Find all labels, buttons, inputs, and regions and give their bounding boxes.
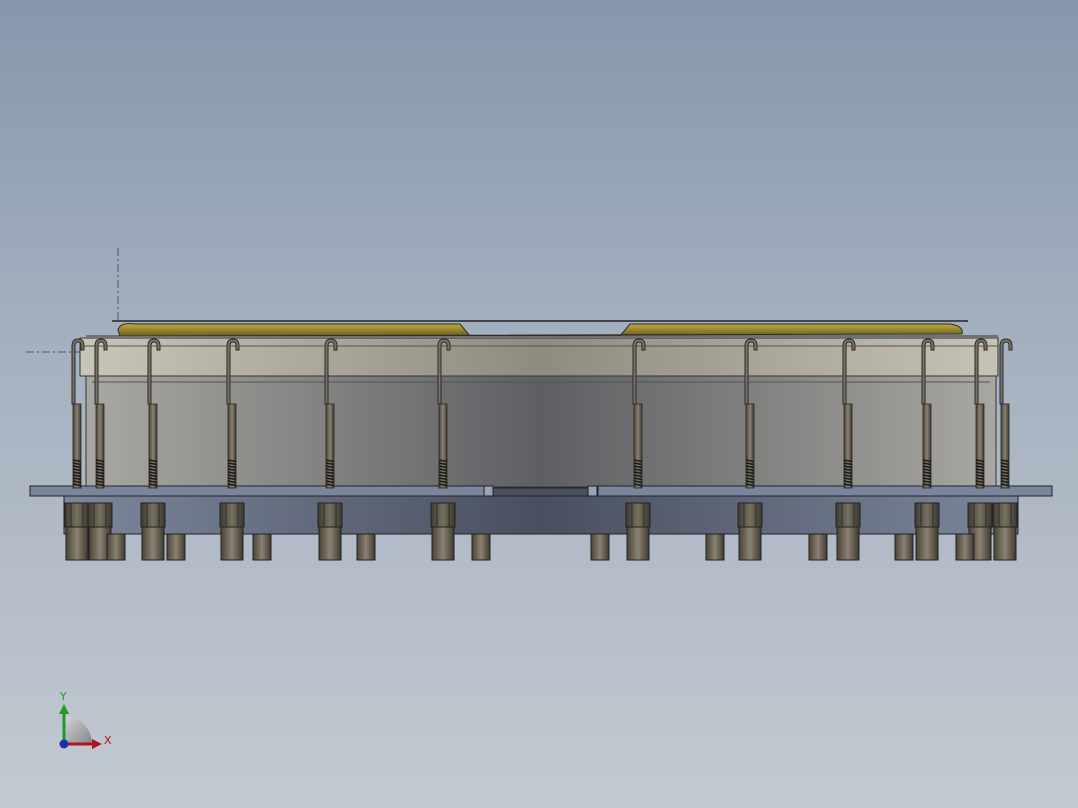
bolt-nut bbox=[992, 502, 1018, 528]
bolt-nut bbox=[967, 502, 993, 528]
support-foot bbox=[894, 533, 914, 561]
tank-wall bbox=[85, 374, 997, 488]
bolt-lower-stud bbox=[626, 526, 650, 561]
y-axis-head bbox=[59, 704, 69, 714]
bolt-nut bbox=[317, 502, 343, 528]
bolt-lower-stud bbox=[431, 526, 455, 561]
support-foot bbox=[471, 533, 491, 561]
bolt-nut bbox=[914, 502, 940, 528]
bolt-lower-stud bbox=[141, 526, 165, 561]
x-axis-head bbox=[92, 739, 102, 749]
support-foot bbox=[356, 533, 376, 561]
bolt-lower-stud bbox=[220, 526, 244, 561]
cover-plate bbox=[117, 323, 963, 337]
support-foot bbox=[808, 533, 828, 561]
support-foot bbox=[166, 533, 186, 561]
bolt-lower-stud bbox=[738, 526, 762, 561]
bolt-nut bbox=[64, 502, 90, 528]
bolt-hook bbox=[999, 338, 1013, 405]
base-plate[interactable] bbox=[29, 485, 1053, 535]
graphics-viewport[interactable]: Y X bbox=[0, 0, 1078, 808]
bolt-nut bbox=[430, 502, 456, 528]
bolt-nut bbox=[219, 502, 245, 528]
bolt-lower-stud bbox=[65, 526, 89, 561]
bolt-lower-stud bbox=[318, 526, 342, 561]
z-axis-dot bbox=[59, 739, 69, 749]
triad-label-x: X bbox=[104, 734, 112, 747]
support-foot bbox=[252, 533, 272, 561]
tank-assembly[interactable] bbox=[79, 320, 999, 488]
bolt-nut bbox=[87, 502, 113, 528]
bolt-nut bbox=[737, 502, 763, 528]
coordinate-triad[interactable]: Y X bbox=[59, 690, 112, 749]
triad-cone bbox=[64, 716, 92, 744]
support-foot bbox=[955, 533, 975, 561]
bolt-lower-stud bbox=[993, 526, 1017, 561]
support-foot bbox=[590, 533, 610, 561]
bolt-nut bbox=[625, 502, 651, 528]
bolt-lower-stud bbox=[915, 526, 939, 561]
bolt-nut bbox=[835, 502, 861, 528]
bolt-lower-stud bbox=[836, 526, 860, 561]
triad-label-y: Y bbox=[59, 690, 67, 703]
bolt-nut bbox=[140, 502, 166, 528]
tank-rim bbox=[79, 337, 999, 377]
support-foot bbox=[106, 533, 126, 561]
support-foot bbox=[705, 533, 725, 561]
